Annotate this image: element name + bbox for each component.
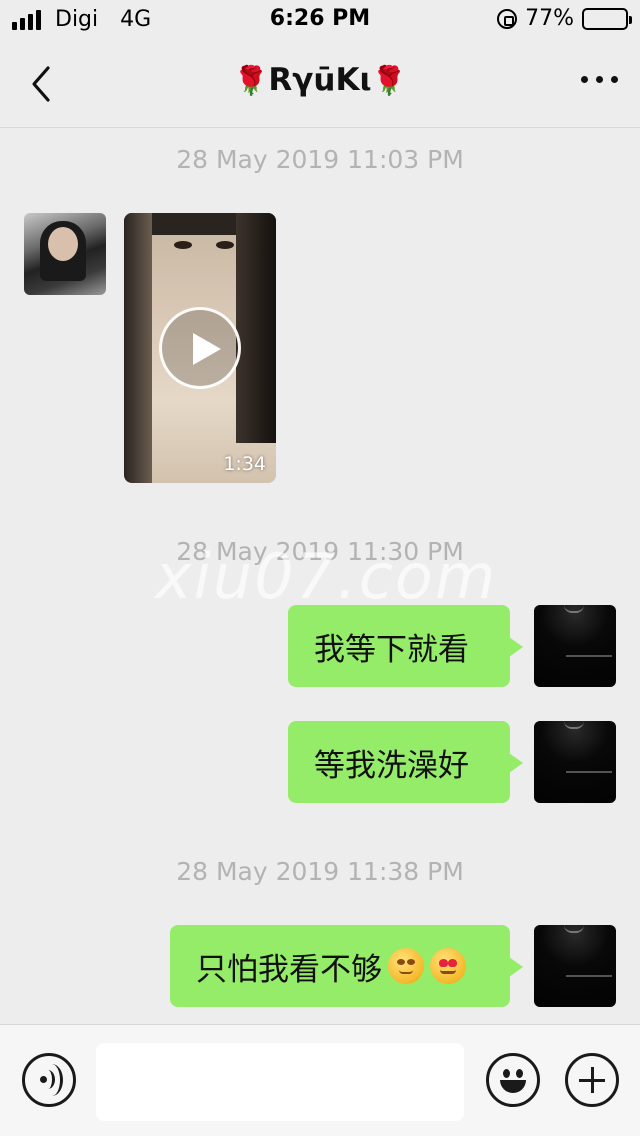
battery-percent: 77% [525,6,574,31]
message-input[interactable] [96,1043,464,1121]
message-text: 等我洗澡好 [314,747,469,784]
avatar-detail [564,605,584,613]
avatar-detail [566,975,612,977]
thinking-emoji-icon [388,948,424,984]
timestamp: 28 May 2019 11:03 PM [176,145,464,174]
message-text: 我等下就看 [314,631,469,668]
battery-icon [582,7,632,30]
video-frame-hair-left [124,213,152,483]
my-avatar[interactable] [534,925,616,1007]
emoji-icon-eye [503,1069,510,1078]
video-message[interactable]: 1:34 [124,213,276,483]
chat-title: 🌹RγūKι🌹 [100,62,540,98]
avatar-detail [566,771,612,773]
emoji-button[interactable] [486,1053,540,1107]
video-frame-eye [174,241,192,249]
back-button[interactable] [24,64,64,104]
my-avatar[interactable] [534,721,616,803]
input-bar [0,1024,640,1136]
my-avatar[interactable] [534,605,616,687]
video-frame-eye [216,241,234,249]
more-button[interactable] [581,76,618,83]
voice-button[interactable] [22,1053,76,1107]
outgoing-message[interactable]: 只怕我看不够 [170,925,523,1007]
heart-eyes-emoji-icon [430,948,466,984]
avatar-face [48,227,78,261]
rose-emoji-left: 🌹 [233,64,269,97]
status-bar: Digi 4G 6:26 PM 77% [0,0,640,40]
message-text: 只怕我看不够 [196,951,382,988]
timestamp: 28 May 2019 11:38 PM [176,857,464,886]
contact-avatar[interactable] [24,213,106,295]
contact-name: RγūKι [268,62,372,98]
more-icon-dot [596,76,603,83]
plus-button[interactable] [565,1053,619,1107]
play-icon[interactable] [159,307,241,389]
more-icon-dot [611,76,618,83]
avatar-detail [564,721,584,729]
more-icon-dot [581,76,588,83]
video-frame-hair-right [236,213,276,443]
voice-wave-icon [41,1064,63,1096]
rotation-lock-icon [497,8,518,29]
avatar-detail [566,655,612,657]
video-duration: 1:34 [223,453,266,475]
rose-emoji-right: 🌹 [371,64,407,97]
outgoing-message[interactable]: 我等下就看 [288,605,523,687]
emoji-icon-mouth [500,1080,526,1093]
chat-header: 🌹RγūKι🌹 [0,40,640,128]
avatar-detail [564,925,584,933]
outgoing-message[interactable]: 等我洗澡好 [288,721,523,803]
status-right: 77% [497,6,632,31]
emoji-icon-eye [516,1069,523,1078]
back-arrow-icon [32,66,50,102]
watermark: xiu07.com [155,540,498,613]
